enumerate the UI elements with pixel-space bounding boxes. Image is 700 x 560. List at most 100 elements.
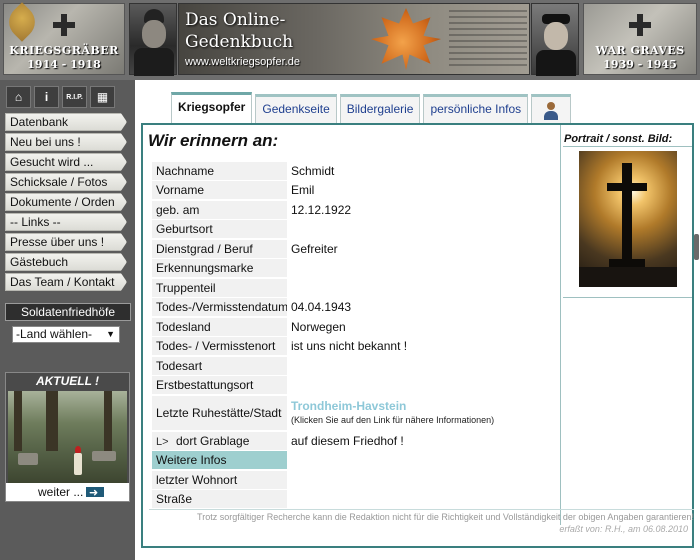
table-row: Todes- / Vermisstenort ist uns nicht bek… xyxy=(152,337,552,357)
header-left-label: KRIEGSGRÄBER xyxy=(9,44,119,57)
oak-leaf-icon xyxy=(2,2,42,42)
row-label: Todes-/Vermisstendatum xyxy=(152,298,287,317)
table-row: Straße xyxy=(152,490,552,510)
rip-icon[interactable]: R.I.P. xyxy=(62,86,87,108)
tab-bildergalerie[interactable]: Bildergalerie xyxy=(339,94,421,124)
cemetery-link[interactable]: Trondheim-Havstein xyxy=(291,399,494,413)
news-box-title: AKTUELL ! xyxy=(35,374,100,388)
tab-person[interactable] xyxy=(531,94,572,124)
header-right-years: 1939 - 1945 xyxy=(603,58,677,71)
header-banner-ww2: WAR GRAVES 1939 - 1945 xyxy=(583,3,697,75)
sidebar-nav: Datenbank Neu bei uns ! Gesucht wird ...… xyxy=(5,113,127,293)
table-row-more-info: Weitere Infos xyxy=(152,451,552,471)
row-value: ist uns nicht bekannt ! xyxy=(291,339,408,354)
memorial-cross-icon xyxy=(622,163,632,263)
nav-item-gaestebuch[interactable]: Gästebuch xyxy=(5,253,127,271)
row-value: 12.12.1922 xyxy=(291,202,352,217)
tab-bar: Kriegsopfer Gedenkseite Bildergalerie pe… xyxy=(171,92,574,124)
nav-item-gesucht[interactable]: Gesucht wird ... xyxy=(5,153,127,171)
page-title: Wir erinnern an: xyxy=(148,131,279,150)
header-soldier-portrait-2 xyxy=(531,3,579,76)
news-box: AKTUELL ! weiter ... xyxy=(5,372,130,502)
news-more-link[interactable]: weiter ... xyxy=(6,483,129,502)
nav-item-datenbank[interactable]: Datenbank xyxy=(5,113,127,131)
country-select[interactable]: -Land wählen- ▼ xyxy=(12,326,120,343)
row-value: Schmidt xyxy=(291,163,335,178)
nav-item-presse[interactable]: Presse über uns ! xyxy=(5,233,127,251)
maple-leaf-icon xyxy=(371,8,441,70)
row-label: Truppenteil xyxy=(152,278,287,297)
tab-persoenliche-infos[interactable]: persönliche Infos xyxy=(423,94,529,124)
table-row: Erkennungsmarke xyxy=(152,259,552,279)
row-label: L> dort Grablage xyxy=(152,431,287,450)
table-row: Dienstgrad / Beruf Gefreiter xyxy=(152,239,552,259)
candle-icon xyxy=(74,453,82,475)
table-row: Todesland Norwegen xyxy=(152,317,552,337)
news-image[interactable] xyxy=(8,391,127,483)
sidebar-icon-bar: ⌂ i R.I.P. ▦ xyxy=(6,86,115,108)
row-value: auf diesem Friedhof ! xyxy=(291,433,404,448)
site-url: www.weltkriegsopfer.de xyxy=(185,56,300,68)
row-label: Geburtsort xyxy=(152,220,287,239)
row-label: Nachname xyxy=(152,161,287,180)
header-left-years: 1914 - 1918 xyxy=(27,58,101,71)
table-row: Erstbestattungsort xyxy=(152,376,552,396)
record-author: erfaßt von: R.H., am 06.08.2010 xyxy=(559,524,688,534)
row-label: Erstbestattungsort xyxy=(152,376,287,395)
row-label: Todesland xyxy=(152,317,287,336)
person-icon xyxy=(542,101,560,120)
table-row: Todes-/Vermisstendatum 04.04.1943 xyxy=(152,298,552,318)
row-label: Straße xyxy=(152,490,287,509)
row-label: Todesart xyxy=(152,356,287,375)
row-label: Weitere Infos xyxy=(152,451,287,470)
record-table: Nachname Schmidt Vorname Emil geb. am 12… xyxy=(152,161,552,509)
tab-kriegsopfer[interactable]: Kriegsopfer xyxy=(171,92,253,124)
clapper-icon[interactable]: ▦ xyxy=(90,86,115,108)
table-row: Vorname Emil xyxy=(152,181,552,201)
disclaimer-text: Trotz sorgfältiger Recherche kann die Re… xyxy=(149,509,694,522)
header-right-label: WAR GRAVES xyxy=(595,44,685,57)
chevron-down-icon: ▼ xyxy=(106,329,115,339)
home-icon[interactable]: ⌂ xyxy=(6,86,31,108)
portrait-header: Portrait / sonst. Bild: xyxy=(563,133,692,147)
table-row: Nachname Schmidt xyxy=(152,161,552,181)
info-icon[interactable]: i xyxy=(34,86,59,108)
site-title-line1: Das Online- xyxy=(185,10,286,30)
nav-item-schicksale[interactable]: Schicksale / Fotos xyxy=(5,173,127,191)
portrait-image[interactable] xyxy=(579,151,677,287)
site-header: KRIEGSGRÄBER 1914 - 1918 Das Online- Ged… xyxy=(0,0,700,80)
cemetery-link-hint: (Klicken Sie auf den Link für nähere Inf… xyxy=(291,415,495,425)
nav-item-links[interactable]: -- Links -- xyxy=(5,213,127,231)
row-value: Norwegen xyxy=(291,319,346,334)
tab-gedenkseite[interactable]: Gedenkseite xyxy=(255,94,337,124)
row-label: Vorname xyxy=(152,181,287,200)
nav-item-team[interactable]: Das Team / Kontakt xyxy=(5,273,127,291)
portrait-panel: Portrait / sonst. Bild: xyxy=(561,125,694,525)
arrow-right-icon xyxy=(86,484,104,502)
sub-arrow-icon: L> xyxy=(156,435,169,448)
country-select-value: -Land wählen- xyxy=(16,327,93,341)
table-row: letzter Wohnort xyxy=(152,470,552,490)
header-banner-ww1: KRIEGSGRÄBER 1914 - 1918 xyxy=(2,2,125,75)
row-value: Emil xyxy=(291,183,315,198)
row-value: Gefreiter xyxy=(291,241,338,256)
table-row-resting-place: Letzte Ruhestätte/Stadt Trondheim-Havste… xyxy=(152,395,552,431)
nav-item-neu[interactable]: Neu bei uns ! xyxy=(5,133,127,151)
main-content: Kriegsopfer Gedenkseite Bildergalerie pe… xyxy=(135,80,700,560)
sidebar: ⌂ i R.I.P. ▦ Datenbank Neu bei uns ! Ges… xyxy=(0,80,135,560)
iron-cross-icon xyxy=(629,14,651,36)
header-title-banner[interactable]: Das Online- Gedenkbuch www.weltkriegsopf… xyxy=(178,3,530,75)
site-title-line2: Gedenkbuch xyxy=(185,32,294,52)
header-soldier-portrait-1 xyxy=(129,3,177,76)
record-details: Wir erinnern an: Nachname Schmidt Vornam… xyxy=(143,125,560,525)
iron-cross-icon xyxy=(53,14,75,36)
cemetery-section-header: Soldatenfriedhöfe xyxy=(5,303,131,321)
row-value: 04.04.1943 xyxy=(291,300,352,315)
row-label: letzter Wohnort xyxy=(152,470,287,489)
nav-item-dokumente[interactable]: Dokumente / Orden xyxy=(5,193,127,211)
table-row: Geburtsort xyxy=(152,220,552,240)
scrollbar[interactable] xyxy=(694,234,699,260)
row-label: geb. am xyxy=(152,200,287,219)
row-value: Trondheim-Havstein (Klicken Sie auf den … xyxy=(287,399,494,427)
row-label: Todes- / Vermisstenort xyxy=(152,337,287,356)
